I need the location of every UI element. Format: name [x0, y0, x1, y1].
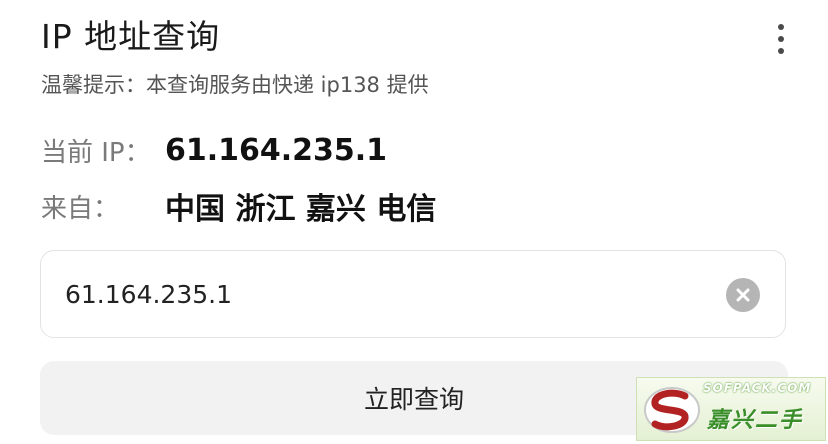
watermark-emblem-icon	[644, 387, 700, 433]
watermark-site: SOFPACK.COM	[703, 381, 812, 395]
clear-input-button[interactable]	[726, 278, 760, 312]
more-vertical-icon	[778, 24, 784, 30]
current-ip-value: 61.164.235.1	[165, 132, 388, 168]
location-label: 来自：	[41, 193, 120, 224]
more-options-button[interactable]	[766, 20, 796, 58]
ip-search-box	[40, 250, 786, 338]
ip-lookup-page: IP 地址查询 温馨提示：本查询服务由快递 ip138 提供 当前 IP： 61…	[0, 0, 828, 444]
clear-circle-icon	[736, 288, 750, 302]
more-vertical-icon-dot	[778, 36, 784, 42]
ip-input[interactable]	[65, 251, 705, 337]
location-row: 来自： 中国 浙江 嘉兴 电信	[41, 184, 436, 228]
location-value: 中国 浙江 嘉兴 电信	[165, 192, 437, 227]
more-vertical-icon-dot	[778, 48, 784, 54]
watermark-logo: SOFPACK.COM 嘉兴二手	[636, 377, 826, 441]
current-ip-label: 当前 IP：	[41, 137, 151, 168]
watermark-name: 嘉兴二手	[707, 408, 804, 433]
page-title: IP 地址查询	[41, 17, 221, 56]
current-ip-row: 当前 IP： 61.164.235.1	[41, 128, 387, 172]
notice-text: 温馨提示：本查询服务由快递 ip138 提供	[41, 73, 429, 97]
